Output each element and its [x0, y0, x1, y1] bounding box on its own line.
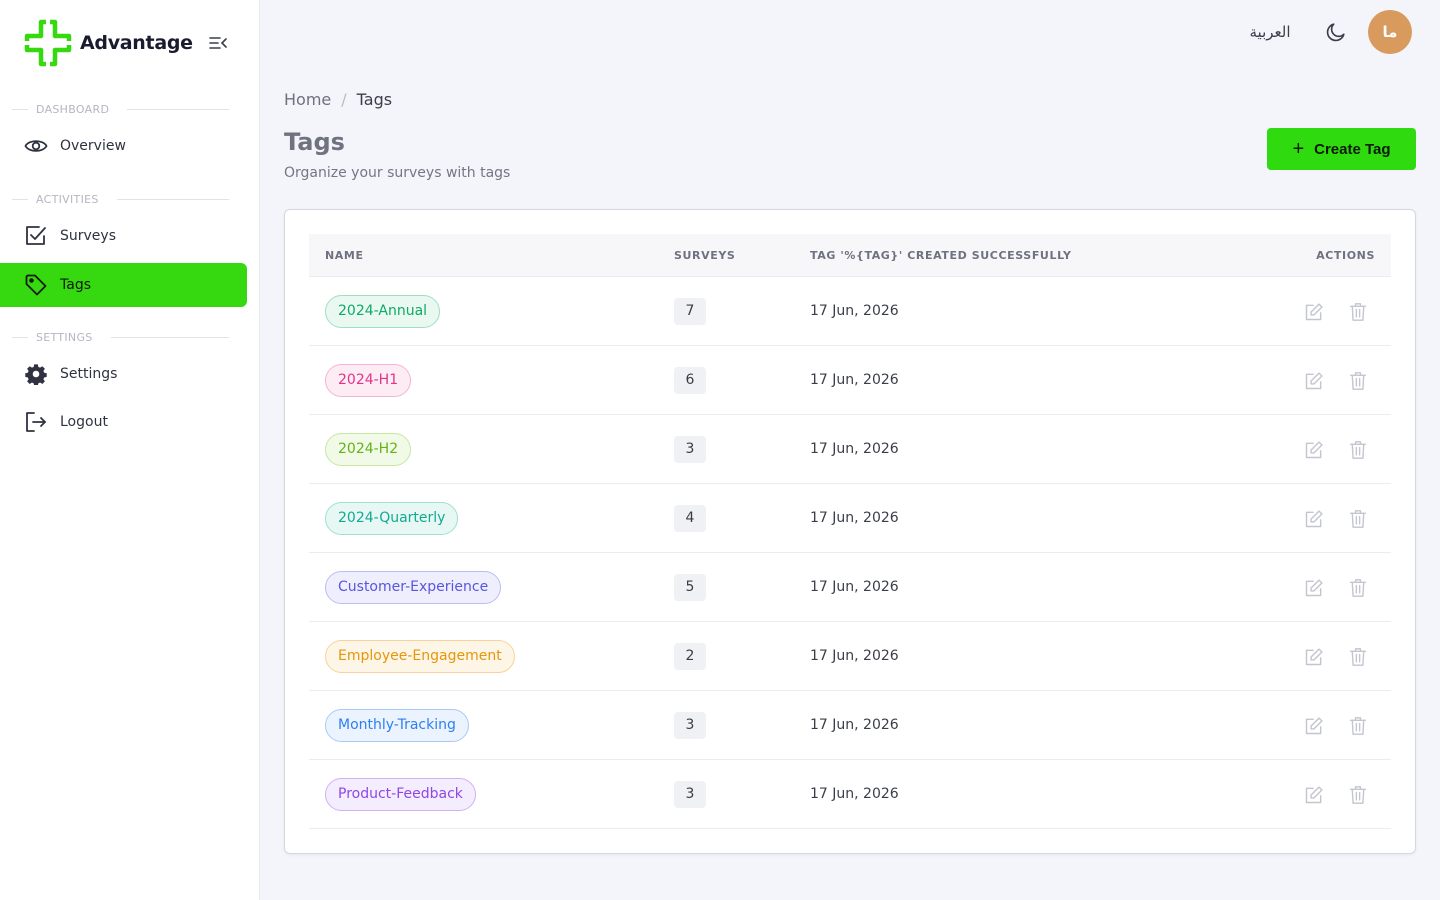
table-row: Monthly-Tracking 3 17 Jun, 2026	[309, 691, 1391, 760]
tag-name-pill[interactable]: 2024-Annual	[325, 295, 441, 328]
edit-icon[interactable]	[1303, 646, 1325, 668]
tag-name-pill[interactable]: Customer-Experience	[325, 571, 502, 604]
edit-icon[interactable]	[1303, 784, 1325, 806]
page-title: Tags	[284, 128, 345, 156]
breadcrumb: Home / Tags	[284, 88, 392, 110]
sidebar-item-surveys[interactable]: Surveys	[0, 214, 247, 258]
sidebar-item-label: Settings	[60, 366, 118, 382]
edit-icon[interactable]	[1303, 715, 1325, 737]
created-date: 17 Jun, 2026	[810, 786, 899, 802]
edit-icon[interactable]	[1303, 577, 1325, 599]
logo-mark-icon	[24, 19, 72, 67]
sidebar-item-label: Surveys	[60, 228, 116, 244]
create-tag-button[interactable]: + Create Tag	[1267, 128, 1416, 170]
tag-icon	[24, 273, 48, 297]
section-label-activities: ACTIVITIES	[12, 192, 229, 206]
edit-icon[interactable]	[1303, 301, 1325, 323]
create-tag-label: Create Tag	[1314, 140, 1391, 158]
breadcrumb-current: Tags	[356, 89, 393, 109]
table-row: Product-Feedback 3 17 Jun, 2026	[309, 760, 1391, 829]
brand-logo[interactable]: Advantage	[24, 18, 236, 68]
tag-name-pill[interactable]: 2024-H2	[325, 433, 412, 466]
table-row: 2024-Quarterly 4 17 Jun, 2026	[309, 484, 1391, 553]
trash-icon[interactable]	[1347, 439, 1369, 461]
created-date: 17 Jun, 2026	[810, 648, 899, 664]
edit-icon[interactable]	[1303, 439, 1325, 461]
edit-icon[interactable]	[1303, 370, 1325, 392]
tags-table-card: NAME SURVEYS TAG '%{TAG}' CREATED SUCCES…	[284, 209, 1416, 854]
dark-mode-moon-icon[interactable]	[1324, 20, 1348, 44]
created-date: 17 Jun, 2026	[810, 441, 899, 457]
table-row: 2024-Annual 7 17 Jun, 2026	[309, 277, 1391, 346]
trash-icon[interactable]	[1347, 508, 1369, 530]
table-row: Employee-Engagement 2 17 Jun, 2026	[309, 622, 1391, 691]
tag-name-pill[interactable]: 2024-Quarterly	[325, 502, 459, 535]
trash-icon[interactable]	[1347, 370, 1369, 392]
page-subtitle: Organize your surveys with tags	[284, 165, 511, 181]
eye-icon	[24, 134, 48, 158]
column-header-created: TAG '%{TAG}' CREATED SUCCESSFULLY	[810, 249, 1072, 262]
collapse-sidebar-icon[interactable]	[208, 33, 228, 53]
trash-icon[interactable]	[1347, 646, 1369, 668]
created-date: 17 Jun, 2026	[810, 579, 899, 595]
logout-icon	[24, 410, 48, 434]
sidebar-item-label: Overview	[60, 138, 126, 154]
survey-count-badge: 7	[674, 298, 706, 325]
survey-count-badge: 3	[674, 712, 706, 739]
created-date: 17 Jun, 2026	[810, 510, 899, 526]
sidebar-item-label: Logout	[60, 414, 108, 430]
survey-count-badge: 3	[674, 436, 706, 463]
sidebar-item-overview[interactable]: Overview	[0, 124, 247, 168]
language-switch[interactable]: العربية	[1232, 20, 1308, 44]
trash-icon[interactable]	[1347, 784, 1369, 806]
sidebar: Advantage DASHBOARD Overview ACTIVITIES	[0, 0, 260, 900]
table-row: 2024-H2 3 17 Jun, 2026	[309, 415, 1391, 484]
sidebar-item-tags[interactable]: Tags	[0, 263, 247, 307]
survey-count-badge: 5	[674, 574, 706, 601]
sidebar-item-label: Tags	[60, 277, 91, 293]
sidebar-item-settings[interactable]: Settings	[0, 352, 247, 396]
trash-icon[interactable]	[1347, 577, 1369, 599]
user-avatar[interactable]: ما	[1368, 10, 1412, 54]
sidebar-item-logout[interactable]: Logout	[0, 400, 247, 444]
brand-name: Advantage	[80, 32, 193, 54]
trash-icon[interactable]	[1347, 301, 1369, 323]
survey-count-badge: 3	[674, 781, 706, 808]
tag-name-pill[interactable]: Monthly-Tracking	[325, 709, 469, 742]
created-date: 17 Jun, 2026	[810, 303, 899, 319]
breadcrumb-home[interactable]: Home	[284, 90, 331, 109]
section-label-dashboard: DASHBOARD	[12, 102, 229, 116]
edit-icon[interactable]	[1303, 508, 1325, 530]
table-row: 2024-H1 6 17 Jun, 2026	[309, 346, 1391, 415]
column-header-actions: ACTIONS	[1316, 249, 1375, 262]
tag-name-pill[interactable]: Employee-Engagement	[325, 640, 515, 673]
trash-icon[interactable]	[1347, 715, 1369, 737]
column-header-surveys: SURVEYS	[674, 249, 736, 262]
created-date: 17 Jun, 2026	[810, 372, 899, 388]
survey-count-badge: 6	[674, 367, 706, 394]
section-label-settings: SETTINGS	[12, 330, 229, 344]
table-row: Customer-Experience 5 17 Jun, 2026	[309, 553, 1391, 622]
survey-count-badge: 2	[674, 643, 706, 670]
column-header-name: NAME	[325, 249, 364, 262]
survey-count-badge: 4	[674, 505, 706, 532]
breadcrumb-separator: /	[341, 89, 347, 109]
created-date: 17 Jun, 2026	[810, 717, 899, 733]
gear-icon	[24, 362, 48, 386]
tag-name-pill[interactable]: Product-Feedback	[325, 778, 476, 811]
checkbox-icon	[24, 224, 48, 248]
table-header: NAME SURVEYS TAG '%{TAG}' CREATED SUCCES…	[309, 234, 1391, 277]
plus-icon: +	[1292, 138, 1305, 160]
tag-name-pill[interactable]: 2024-H1	[325, 364, 412, 397]
